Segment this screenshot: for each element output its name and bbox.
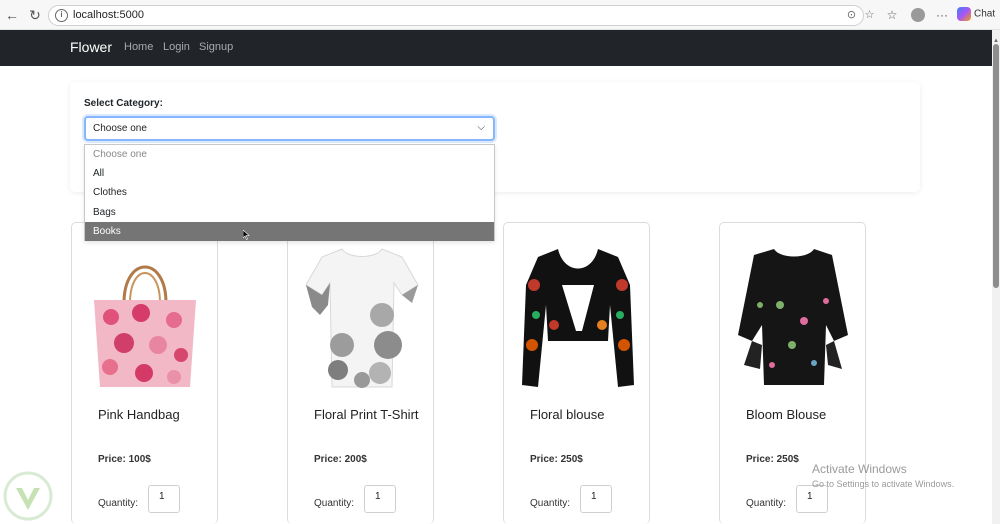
favorite-star-icon[interactable]: ☆	[863, 9, 876, 22]
option-bags[interactable]: Bags	[85, 203, 494, 222]
activate-windows-subtitle: Go to Settings to activate Windows.	[812, 479, 955, 489]
option-clothes[interactable]: Clothes	[85, 183, 494, 202]
product-price: Price: 250$	[746, 454, 799, 465]
profile-avatar[interactable]	[911, 8, 925, 22]
nav-signup[interactable]: Signup	[199, 41, 233, 53]
browser-toolbar: ← ↻ i localhost:5000 ⊙ ☆ ☆ ··· Chat	[0, 0, 1000, 30]
blouse-icon	[738, 249, 848, 385]
category-select-value: Choose one	[93, 123, 147, 134]
app-navbar: Flower Home Login Signup	[0, 30, 992, 66]
quantity-label: Quantity:	[530, 498, 571, 509]
option-books[interactable]: Books	[85, 222, 494, 241]
nav-home[interactable]: Home	[124, 41, 153, 53]
reload-icon[interactable]: ↻	[26, 6, 44, 24]
url-text: localhost:5000	[73, 9, 144, 21]
back-icon[interactable]: ←	[3, 6, 21, 24]
product-card: Floral blouse Price: 250$ Quantity: 1	[503, 222, 650, 524]
product-name: Bloom Blouse	[746, 407, 827, 422]
site-info-icon[interactable]: i	[55, 9, 68, 22]
product-price: Price: 250$	[530, 454, 583, 465]
category-label: Select Category:	[84, 98, 163, 109]
quantity-input[interactable]: 1	[148, 485, 180, 513]
category-dropdown-list: Choose one All Clothes Bags Books	[84, 144, 495, 241]
product-name: Pink Handbag	[98, 407, 180, 422]
quantity-label: Quantity:	[314, 498, 355, 509]
quantity-label: Quantity:	[746, 498, 787, 509]
blouse-icon	[522, 249, 634, 387]
location-icon[interactable]: ⊙	[845, 9, 858, 22]
copilot-icon	[957, 7, 971, 21]
brand-link[interactable]: Flower	[70, 39, 112, 55]
quantity-input[interactable]: 1	[364, 485, 396, 513]
chat-button[interactable]: Chat	[957, 7, 995, 23]
quantity-input[interactable]: 1	[796, 485, 828, 513]
product-card: Floral Print T-Shirt Price: 200$ Quantit…	[287, 222, 434, 524]
quantity-input[interactable]: 1	[580, 485, 612, 513]
chat-label: Chat	[974, 8, 996, 20]
page-scrollbar[interactable]: ▲	[992, 30, 1000, 524]
address-bar[interactable]: i localhost:5000 ⊙ ☆	[48, 5, 874, 26]
product-name: Floral blouse	[530, 407, 605, 422]
more-icon[interactable]: ···	[935, 8, 949, 22]
tshirt-icon	[305, 248, 419, 388]
category-select[interactable]: Choose one ⌵	[84, 116, 495, 141]
product-price: Price: 200$	[314, 454, 367, 465]
product-name: Floral Print T-Shirt	[314, 407, 419, 422]
option-all[interactable]: All	[85, 164, 494, 183]
product-card: Pink Handbag Price: 100$ Quantity: 1	[71, 222, 218, 524]
favorites-icon[interactable]: ☆	[885, 8, 899, 22]
scrollbar-thumb[interactable]	[993, 44, 999, 288]
channel-logo-icon	[3, 471, 53, 521]
chevron-down-icon: ⌵	[477, 122, 485, 133]
mouse-pointer-icon	[243, 230, 250, 240]
activate-windows-title: Activate Windows	[812, 462, 907, 476]
quantity-label: Quantity:	[98, 498, 139, 509]
product-price: Price: 100$	[98, 454, 151, 465]
option-choose-one[interactable]: Choose one	[85, 145, 494, 164]
handbag-icon	[94, 265, 196, 387]
nav-login[interactable]: Login	[163, 41, 190, 53]
